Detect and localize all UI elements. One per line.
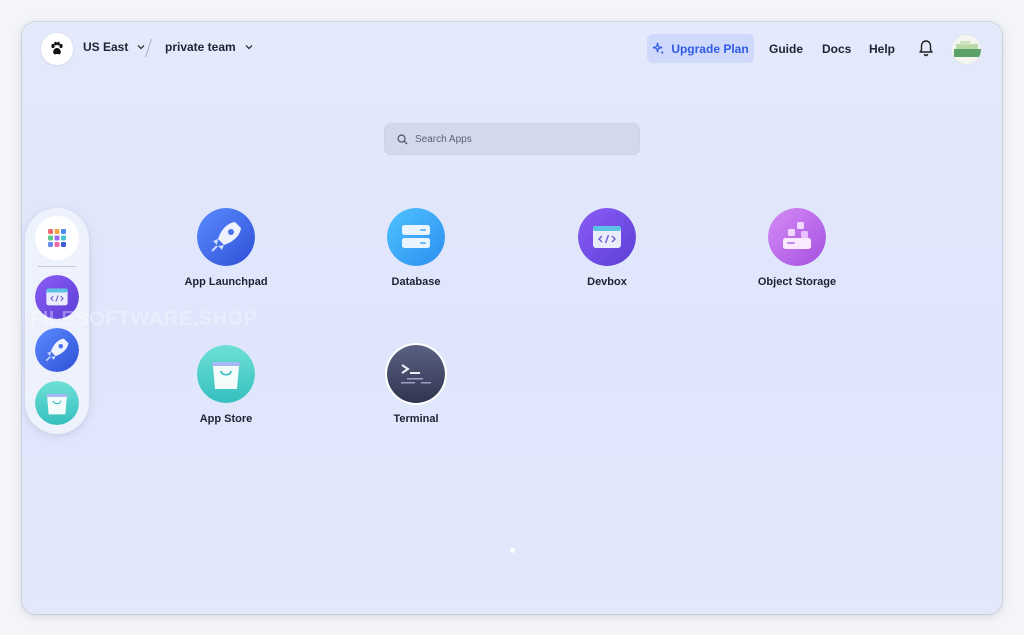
dock-devbox-icon[interactable] — [35, 275, 79, 319]
desktop-window: US East private team Upgrade Plan Guide … — [22, 22, 1002, 614]
app-store[interactable]: App Store — [166, 345, 286, 425]
team-selector[interactable]: private team — [165, 40, 254, 54]
shopping-bag-icon — [197, 345, 255, 403]
bell-icon[interactable] — [917, 39, 935, 57]
user-avatar[interactable] — [951, 34, 982, 65]
app-label: Devbox — [587, 276, 627, 288]
help-link[interactable]: Help — [869, 42, 895, 56]
app-dock — [25, 208, 89, 434]
search-bar[interactable] — [384, 123, 640, 155]
docs-link[interactable]: Docs — [822, 42, 851, 56]
region-label: US East — [83, 40, 129, 54]
object-storage-icon — [768, 208, 826, 266]
app-database[interactable]: Database — [356, 208, 476, 288]
app-label: Object Storage — [757, 276, 837, 288]
chevron-down-icon — [137, 45, 145, 50]
app-object-storage[interactable]: Object Storage — [737, 208, 857, 288]
search-icon — [397, 134, 408, 145]
region-selector[interactable]: US East — [83, 40, 146, 54]
paw-logo-icon[interactable] — [41, 33, 73, 65]
upgrade-plan-button[interactable]: Upgrade Plan — [647, 34, 754, 63]
app-terminal[interactable]: Terminal — [356, 345, 476, 425]
grid-apps-icon[interactable] — [35, 216, 79, 260]
upgrade-plan-label: Upgrade Plan — [671, 41, 749, 56]
app-devbox[interactable]: Devbox — [547, 208, 667, 288]
dock-app-store-icon[interactable] — [35, 381, 79, 425]
chevron-down-icon — [245, 45, 253, 50]
app-label: App Launchpad — [184, 276, 268, 288]
rocket-icon — [197, 208, 255, 266]
database-icon — [387, 208, 445, 266]
app-launchpad[interactable]: App Launchpad — [166, 208, 286, 288]
devbox-code-icon — [578, 208, 636, 266]
sparkle-icon — [653, 42, 665, 55]
app-label: Terminal — [393, 413, 439, 425]
app-label: App Store — [199, 413, 253, 425]
terminal-icon — [387, 345, 445, 403]
app-label: Database — [391, 276, 441, 288]
dock-rocket-icon[interactable] — [35, 328, 79, 372]
dock-divider — [38, 266, 76, 267]
team-label: private team — [165, 40, 236, 54]
search-input[interactable] — [415, 133, 615, 145]
page-indicator-dot[interactable] — [510, 548, 515, 553]
guide-link[interactable]: Guide — [769, 42, 803, 56]
